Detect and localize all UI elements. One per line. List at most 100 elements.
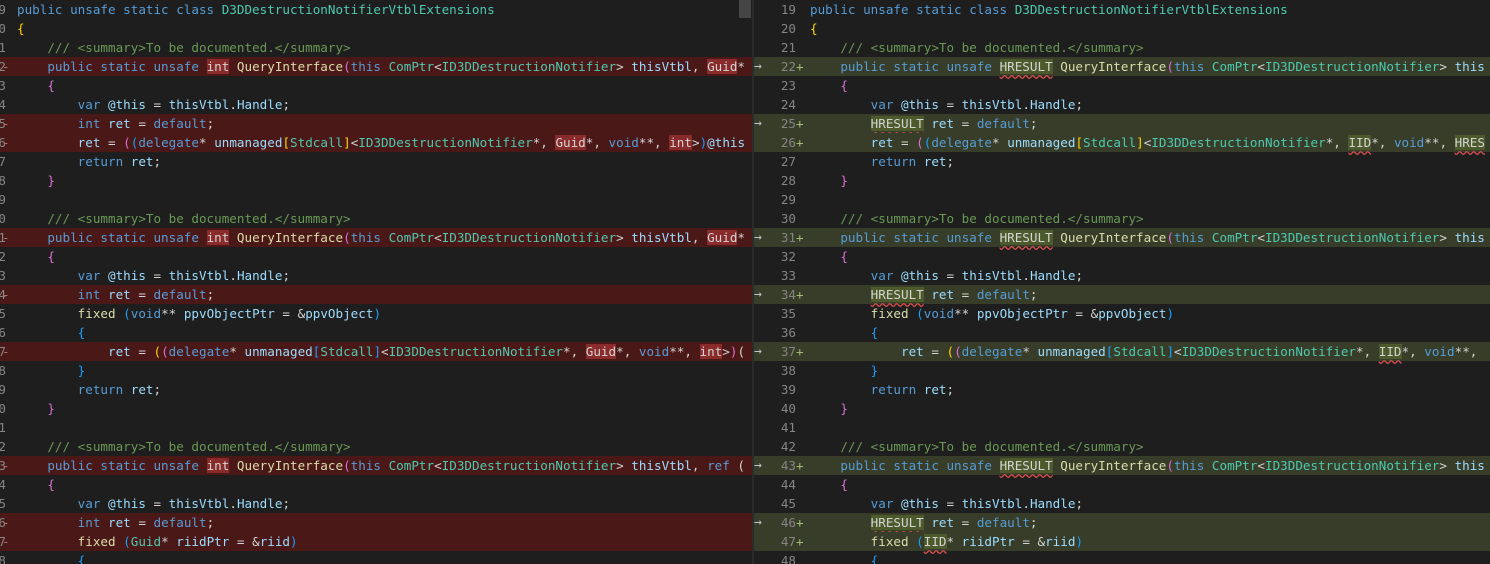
added-line[interactable]: → 37 + ret = ((delegate* unmanaged[Stdcall… (754, 342, 1490, 361)
code-line[interactable]: 4 { (0, 475, 752, 494)
code-line[interactable]: 40 } (754, 399, 1490, 418)
added-line[interactable]: 26 + ret = ((delegate* unmanaged[Stdcall]… (754, 133, 1490, 152)
code-line[interactable]: 8 { (0, 551, 752, 564)
code-line[interactable]: 0 } (0, 399, 752, 418)
code-token: void (923, 306, 955, 321)
code-line[interactable]: 6 { (0, 323, 752, 342)
code-line[interactable]: 35 fixed (void** ppvObjectPtr = &ppvObje… (754, 304, 1490, 323)
line-gutter: 40 (754, 399, 810, 418)
line-gutter: 45 (754, 494, 810, 513)
code-token: QueryInterface (1060, 230, 1167, 245)
code-line[interactable]: 5 var @this = thisVtbl.Handle; (0, 494, 752, 513)
code-text: ret = ((delegate* unmanaged[Stdcall]<ID3… (810, 342, 1485, 361)
removed-line[interactable]: 6- ret = ((delegate* unmanaged[Stdcall]<… (0, 133, 752, 152)
original-pane[interactable]: 9 public unsafe static class D3DDestructi… (0, 0, 752, 564)
added-line[interactable]: → 46 + HRESULT ret = default; (754, 513, 1490, 532)
code-text: { (17, 76, 55, 95)
removed-line[interactable]: 6- int ret = default; (0, 513, 752, 532)
code-line[interactable]: 29 (754, 190, 1490, 209)
code-line[interactable]: 1 (0, 418, 752, 437)
code-token: QueryInterface (1060, 458, 1167, 473)
removed-line[interactable]: 7- fixed (Guid* riidPtr = &riid) (0, 532, 752, 551)
code-token: thisVtbl (961, 496, 1023, 511)
code-line[interactable]: 0{ (0, 19, 752, 38)
code-line[interactable]: 8 } (0, 171, 752, 190)
code-token: ( (916, 306, 924, 321)
code-token: thisVtbl (631, 458, 692, 473)
code-line[interactable]: 5 fixed (void** ppvObjectPtr = &ppvObjec… (0, 304, 752, 323)
code-token: * (992, 135, 1008, 150)
code-token: riid (259, 534, 291, 549)
added-line[interactable]: → 34 + HRESULT ret = default; (754, 285, 1490, 304)
code-line[interactable]: 4 var @this = thisVtbl.Handle; (0, 95, 752, 114)
code-token: = (100, 135, 124, 150)
code-token: int (17, 116, 108, 131)
code-line[interactable]: 33 var @this = thisVtbl.Handle; (754, 266, 1490, 285)
code-token: ( (123, 534, 131, 549)
code-token: * (229, 344, 245, 359)
code-line[interactable]: 36 { (754, 323, 1490, 342)
code-line[interactable]: 9 public unsafe static class D3DDestructi… (0, 0, 752, 19)
code-token: thisVtbl (168, 97, 230, 112)
code-line[interactable]: 32 { (754, 247, 1490, 266)
code-line[interactable]: 9 return ret; (0, 380, 752, 399)
code-line[interactable]: 28 } (754, 171, 1490, 190)
code-token: { (17, 249, 55, 264)
added-line[interactable]: → 31 + public static unsafe HRESULT QueryI… (754, 228, 1490, 247)
code-line[interactable]: 24 var @this = thisVtbl.Handle; (754, 95, 1490, 114)
code-token: { (810, 477, 848, 492)
line-gutter: 8 (0, 361, 16, 380)
code-token: **, (1454, 344, 1485, 359)
code-text: var @this = thisVtbl.Handle; (810, 95, 1083, 114)
code-line[interactable]: 8 } (0, 361, 752, 380)
code-line[interactable]: 3 { (0, 76, 752, 95)
code-line[interactable]: 45 var @this = thisVtbl.Handle; (754, 494, 1490, 513)
line-number: 2 (0, 249, 6, 264)
added-line[interactable]: → 22 + public static unsafe HRESULT QueryI… (754, 57, 1490, 76)
code-line[interactable]: 3 var @this = thisVtbl.Handle; (0, 266, 752, 285)
code-line[interactable]: 44 { (754, 475, 1490, 494)
code-line[interactable]: 1 /// <summary>To be documented.</summar… (0, 38, 752, 57)
code-line[interactable]: 41 (754, 418, 1490, 437)
line-number: 1 (0, 40, 6, 55)
removed-line[interactable]: 2- public static unsafe int QueryInterfa… (0, 57, 752, 76)
code-line[interactable]: 19 public unsafe static class D3DDestruct… (754, 0, 1490, 19)
code-text: } (17, 361, 86, 380)
removed-line[interactable]: 7- ret = ((delegate* unmanaged[Stdcall]<… (0, 342, 752, 361)
code-line[interactable]: 0 /// <summary>To be documented.</summar… (0, 209, 752, 228)
code-token: ID3DDestructionNotifier (1265, 458, 1440, 473)
code-line[interactable]: 23 { (754, 76, 1490, 95)
added-line[interactable]: → 43 + public static unsafe HRESULT QueryI… (754, 456, 1490, 475)
code-line[interactable]: 20 { (754, 19, 1490, 38)
code-line[interactable]: 21 /// <summary>To be documented.</summa… (754, 38, 1490, 57)
code-token: fixed (810, 306, 917, 321)
code-token: *, (1356, 344, 1379, 359)
line-gutter: → 34 + (754, 285, 810, 304)
code-token: < (1257, 59, 1265, 74)
code-line[interactable]: 2 /// <summary>To be documented.</summar… (0, 437, 752, 456)
removed-line[interactable]: 3- public static unsafe int QueryInterfa… (0, 456, 752, 475)
line-gutter: → 31 + (754, 228, 810, 247)
code-token: Stdcall (290, 135, 344, 150)
code-token: * (199, 135, 215, 150)
code-line[interactable]: 39 return ret; (754, 380, 1490, 399)
added-line[interactable]: 47 + fixed (IID* riidPtr = &riid) (754, 532, 1490, 551)
code-token: Stdcall (320, 344, 374, 359)
code-line[interactable]: 7 return ret; (0, 152, 752, 171)
removed-line[interactable]: 4- int ret = default; (0, 285, 752, 304)
code-line[interactable]: 30 /// <summary>To be documented.</summa… (754, 209, 1490, 228)
modified-pane[interactable]: 19 public unsafe static class D3DDestruct… (754, 0, 1490, 564)
code-line[interactable]: 27 return ret; (754, 152, 1490, 171)
code-line[interactable]: 9 (0, 190, 752, 209)
code-line[interactable]: 38 } (754, 361, 1490, 380)
code-token: = (938, 97, 962, 112)
removed-line[interactable]: 1- public static unsafe int QueryInterfa… (0, 228, 752, 247)
code-line[interactable]: 2 { (0, 247, 752, 266)
code-text: var @this = thisVtbl.Handle; (17, 494, 290, 513)
code-line[interactable]: 48 { (754, 551, 1490, 564)
code-line[interactable]: 42 /// <summary>To be documented.</summa… (754, 437, 1490, 456)
added-line[interactable]: → 25 + HRESULT ret = default; (754, 114, 1490, 133)
code-token: . (229, 268, 237, 283)
added-marker: + (796, 116, 804, 131)
removed-line[interactable]: 5- int ret = default; (0, 114, 752, 133)
